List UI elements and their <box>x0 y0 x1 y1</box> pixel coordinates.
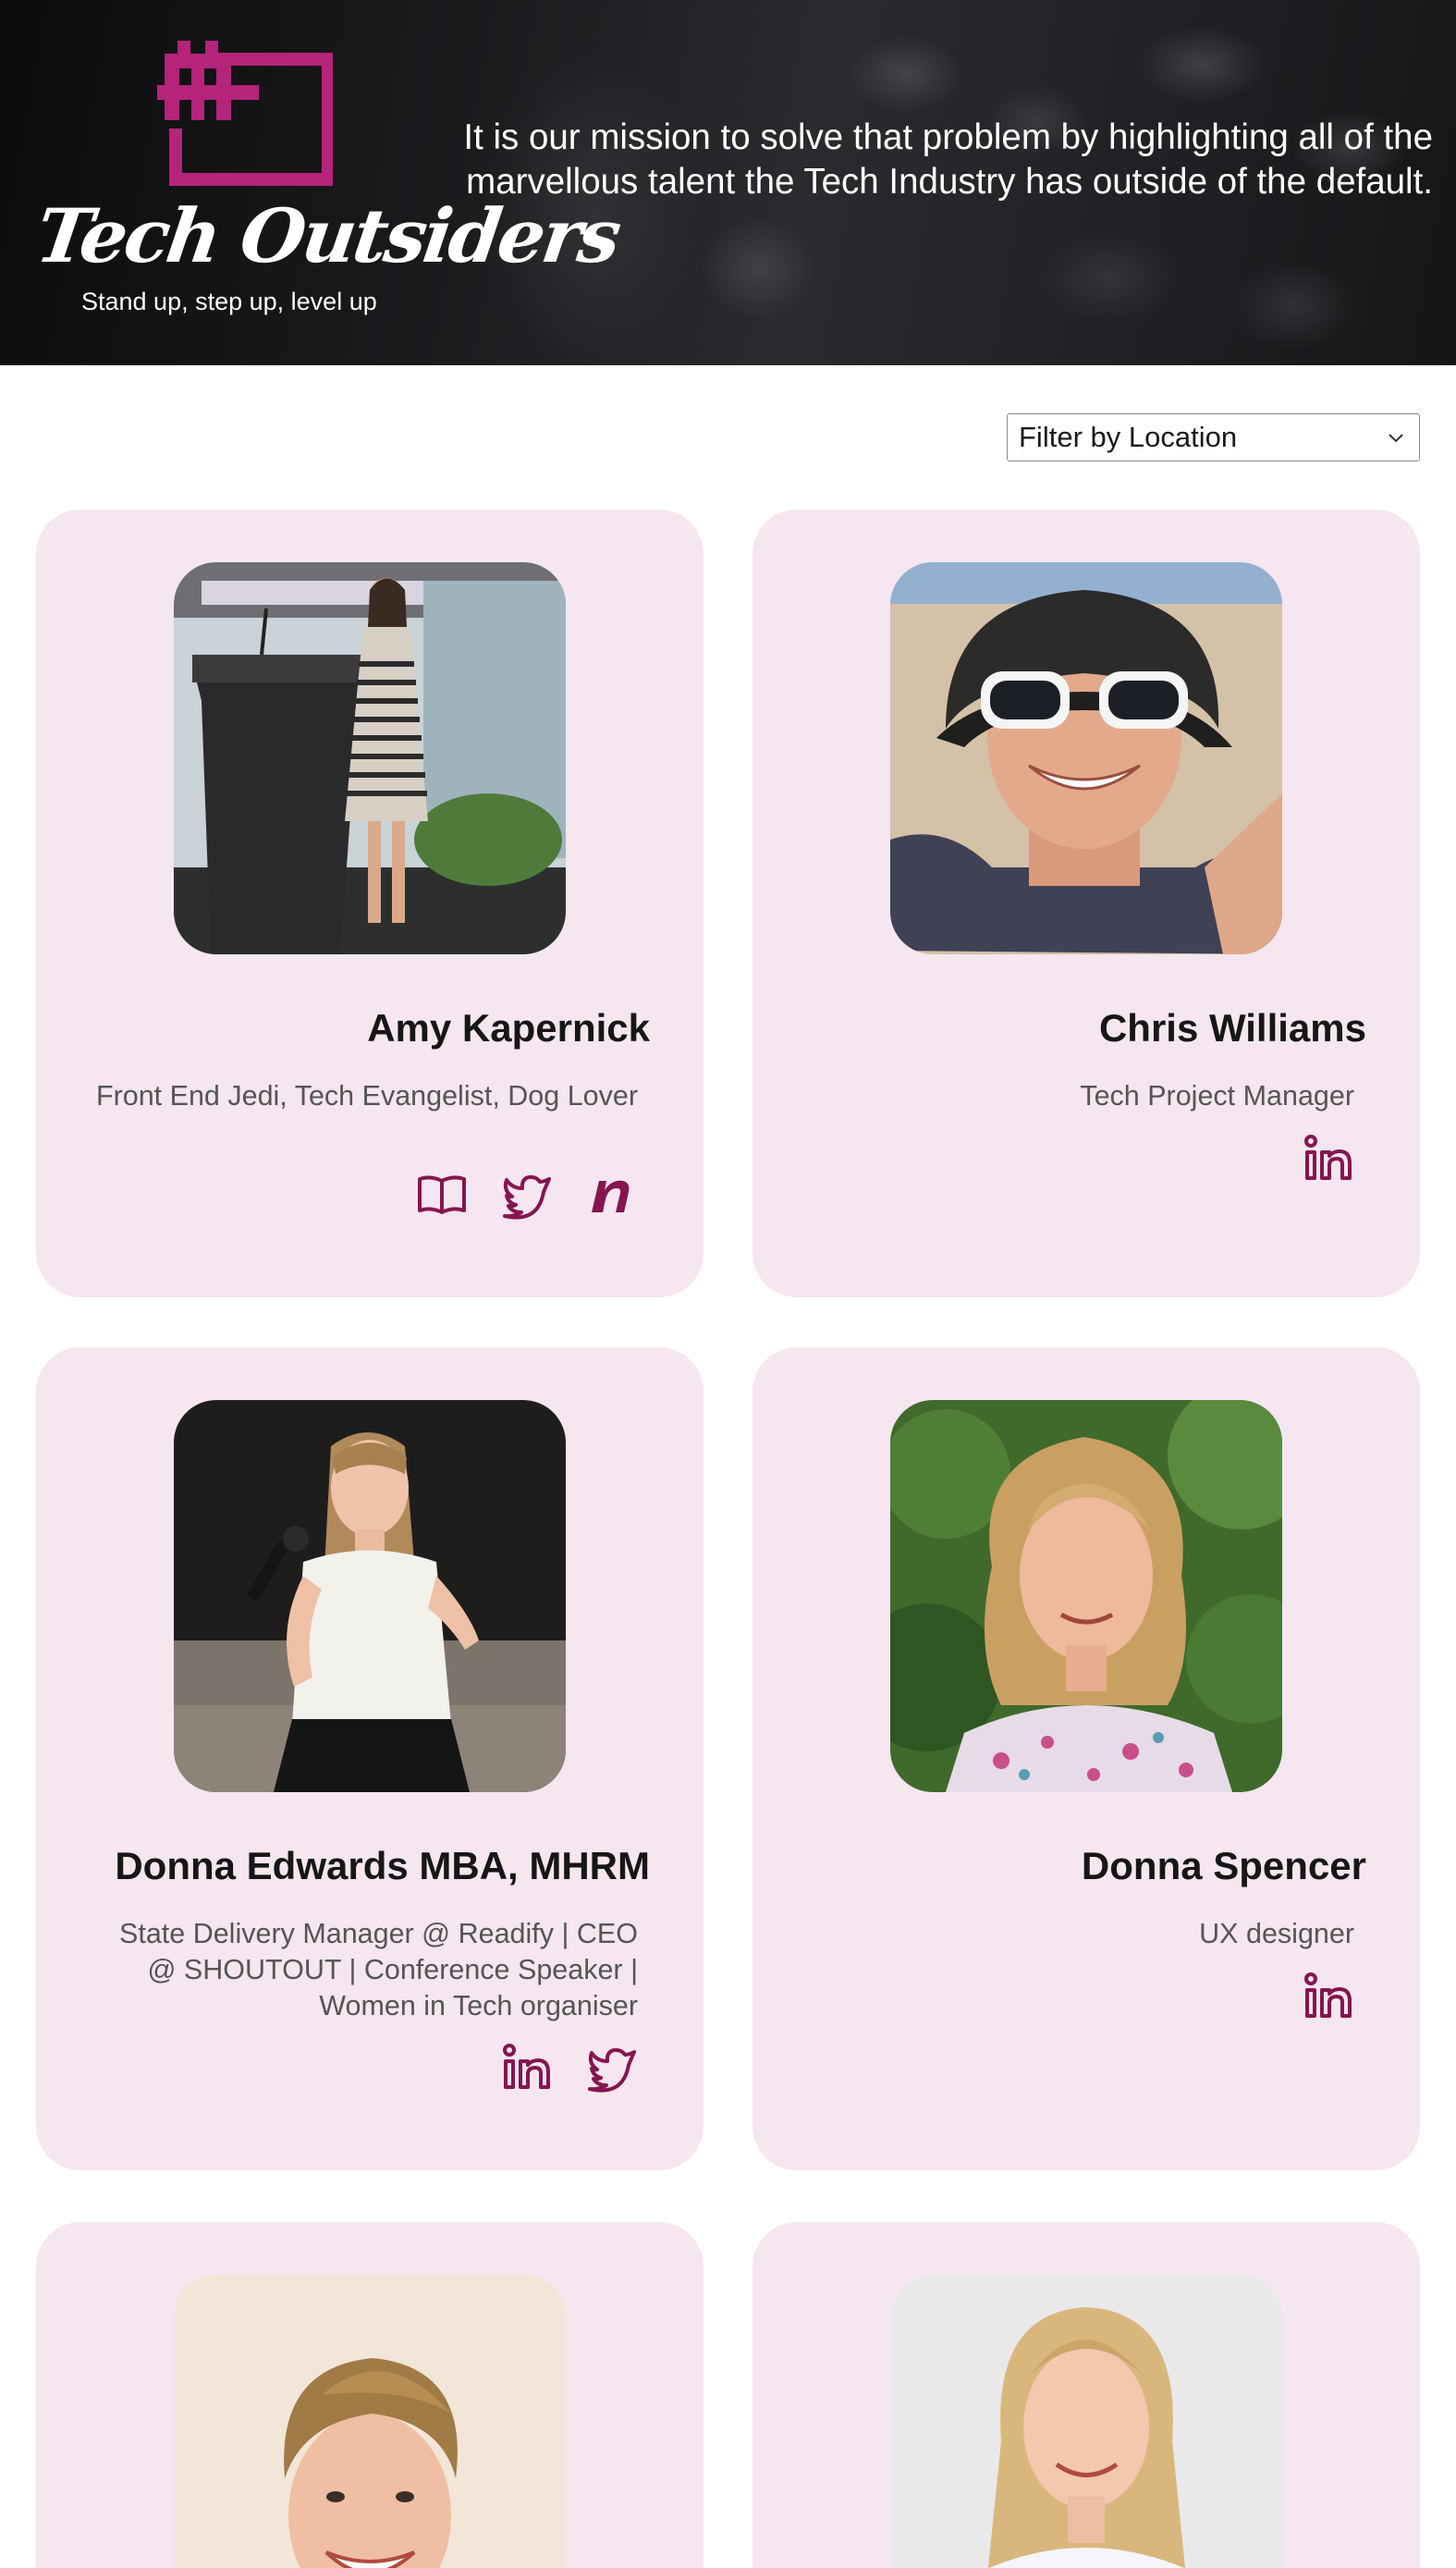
profile-photo <box>174 562 566 954</box>
twitter-icon[interactable] <box>501 1168 553 1220</box>
chevron-down-icon <box>1389 434 1403 443</box>
mission-statement: It is our mission to solve that problem … <box>463 117 1433 202</box>
n-blog-icon[interactable] <box>586 1168 638 1220</box>
selfie-with-sunglasses-photo <box>890 562 1282 954</box>
profile-card <box>752 2222 1420 2568</box>
hero-banner: Tech Outsiders Stand up, step up, level … <box>0 0 1456 365</box>
profile-card: Chris Williams Tech Project Manager <box>752 510 1420 1297</box>
social-links <box>416 1168 638 1220</box>
profile-role: State Delivery Manager @ Readify | CEO @… <box>119 1918 638 2021</box>
linkedin-icon[interactable] <box>1303 1132 1354 1184</box>
book-icon[interactable] <box>416 1168 468 1220</box>
profile-photo <box>174 2275 566 2568</box>
profile-photo <box>174 1400 566 1792</box>
profile-role: UX designer <box>1199 1918 1354 1949</box>
speaker-at-podium-photo <box>174 562 566 954</box>
short-hair-portrait-photo <box>174 2275 566 2568</box>
speaker-with-microphone-photo <box>174 1400 566 1792</box>
linkedin-icon[interactable] <box>1303 1970 1354 2021</box>
portrait-in-garden-photo <box>890 1400 1282 1792</box>
location-filter-label: Filter by Location <box>1019 421 1238 453</box>
long-blonde-hair-portrait-photo <box>890 2275 1282 2568</box>
logo-wordmark: Tech Outsiders <box>31 192 624 279</box>
profile-card: Amy Kapernick Front End Jedi, Tech Evang… <box>36 510 704 1297</box>
profile-role: Tech Project Manager <box>1080 1080 1354 1112</box>
social-links <box>501 2041 638 2093</box>
logo-pixel-icon <box>157 41 333 186</box>
profile-photo <box>890 2275 1282 2568</box>
profile-card: Donna Spencer UX designer <box>752 1347 1420 2170</box>
linkedin-icon[interactable] <box>501 2041 553 2093</box>
profile-photo <box>890 1400 1282 1792</box>
social-links <box>1303 1132 1354 1184</box>
profile-role: Front End Jedi, Tech Evangelist, Dog Lov… <box>95 1080 638 1112</box>
profile-name: Chris Williams <box>1098 1006 1366 1050</box>
profile-photo <box>890 562 1282 954</box>
social-links <box>1303 1970 1354 2021</box>
profile-card <box>36 2222 704 2568</box>
profile-name: Donna Spencer <box>1081 1844 1366 1887</box>
profile-name: Amy Kapernick <box>367 1006 650 1050</box>
profile-card: Donna Edwards MBA, MHRM State Delivery M… <box>36 1347 704 2170</box>
profile-name: Donna Edwards MBA, MHRM <box>115 1844 650 1887</box>
location-filter-select[interactable]: Filter by Location <box>1007 413 1420 461</box>
logo-tagline: Stand up, step up, level up <box>81 288 377 315</box>
twitter-icon[interactable] <box>586 2041 638 2093</box>
